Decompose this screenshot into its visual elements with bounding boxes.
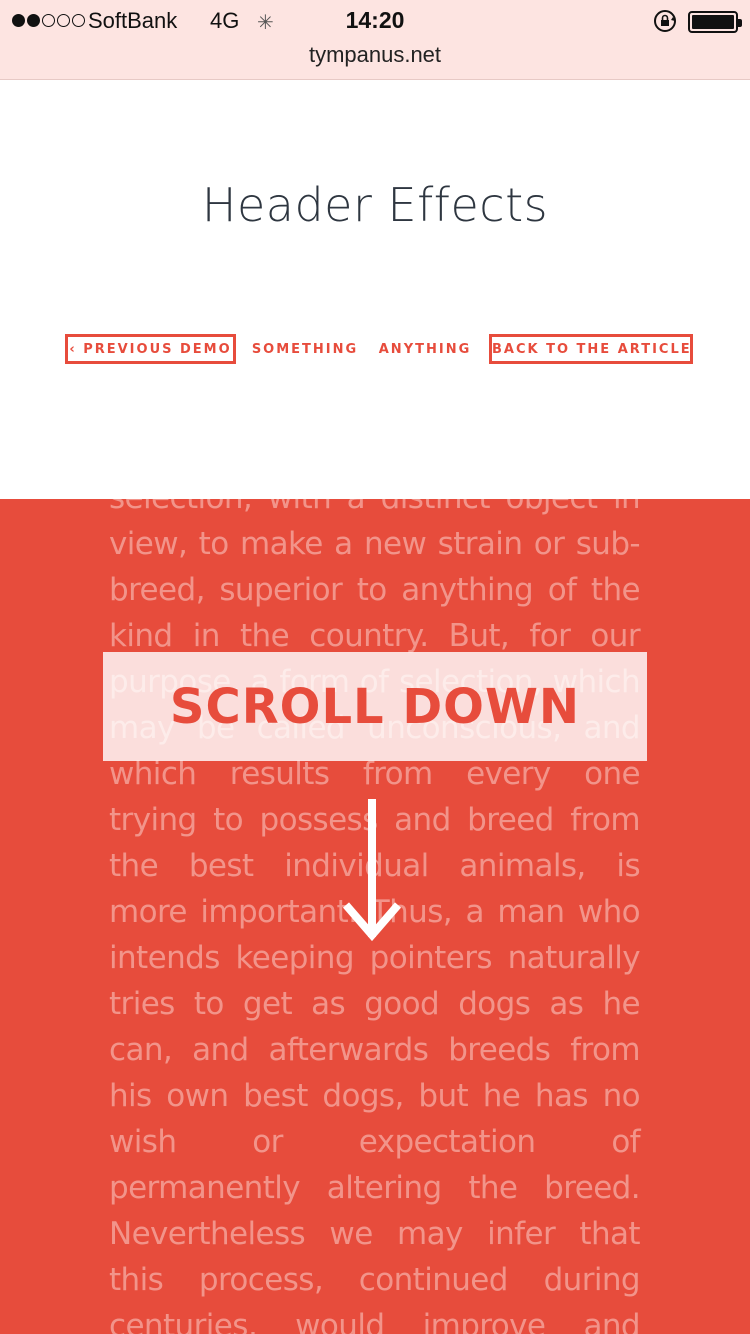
anything-link[interactable]: Anything: [372, 334, 478, 364]
page-title: Header Effects: [201, 178, 549, 232]
status-time: 14:20: [345, 7, 405, 33]
previous-demo-link[interactable]: ‹ Previous Demo: [65, 334, 236, 364]
rotation-lock-icon: [654, 10, 676, 32]
back-to-article-link[interactable]: Back to the Article: [489, 334, 693, 364]
content-section: selection, with a distinct object in vie…: [0, 499, 750, 1334]
status-row: SoftBank 4G ✳ 14:20: [0, 6, 750, 36]
battery-icon: [688, 11, 742, 33]
battery-fill: [692, 15, 734, 29]
browser-url[interactable]: tympanus.net: [0, 42, 750, 68]
page-header: Header Effects ‹ Previous Demo Something…: [0, 80, 750, 500]
scroll-down-label: SCROLL DOWN: [169, 678, 581, 735]
scroll-down-button[interactable]: SCROLL DOWN: [103, 652, 647, 761]
arrow-down-icon: [342, 799, 402, 942]
status-bar: SoftBank 4G ✳ 14:20 tympanus.net: [0, 0, 750, 80]
battery-tip: [738, 19, 742, 27]
something-link[interactable]: Something: [246, 334, 364, 364]
demo-nav: ‹ Previous Demo Something Anything Back …: [0, 334, 750, 364]
